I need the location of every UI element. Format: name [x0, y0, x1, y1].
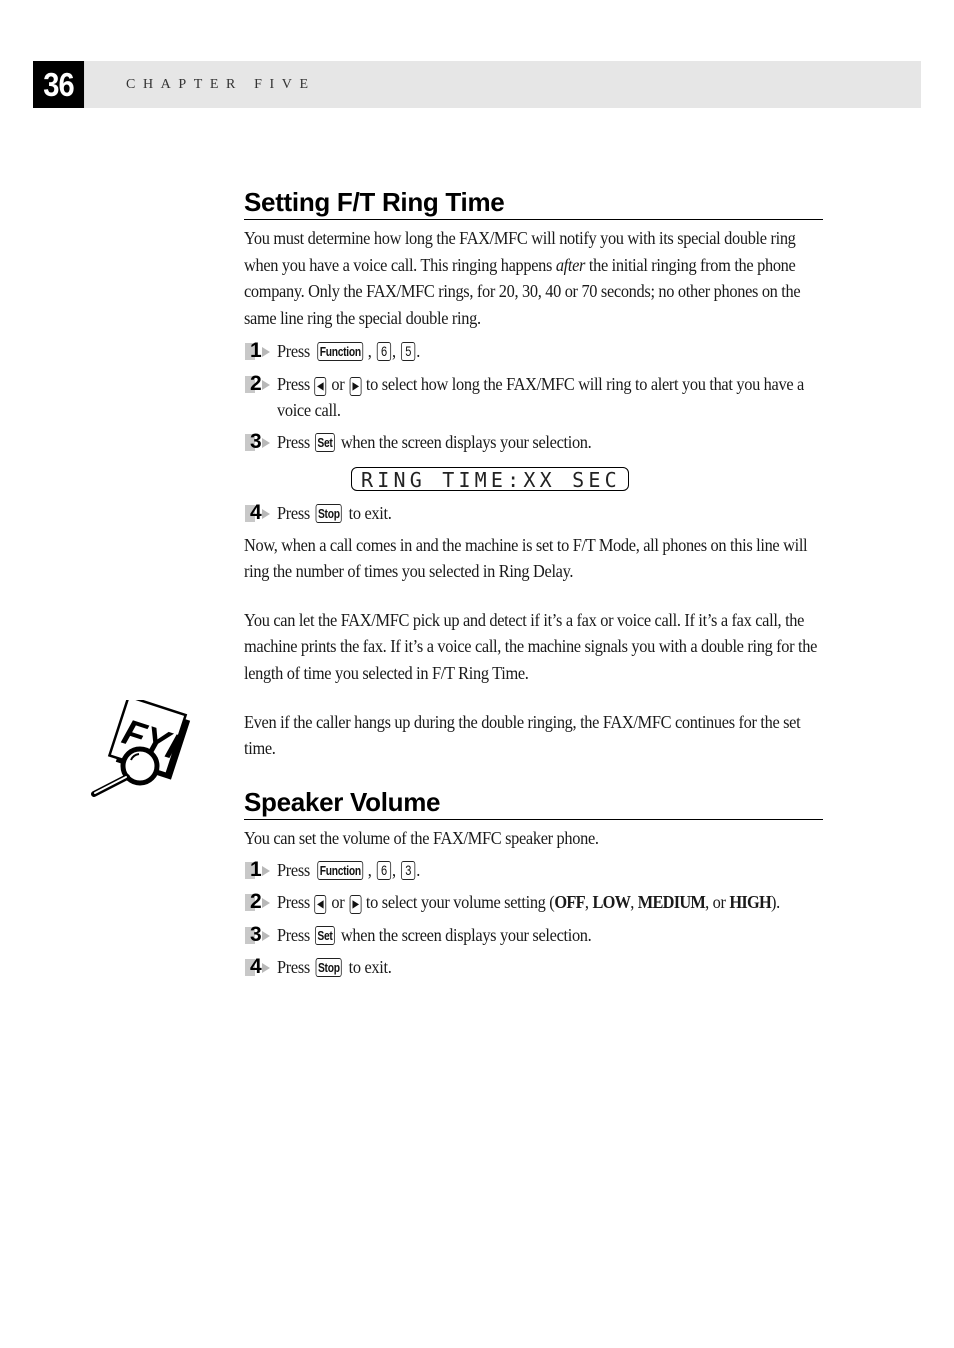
- set-key: Set: [315, 925, 336, 945]
- option-low: LOW: [592, 892, 631, 913]
- key-5: 5: [400, 342, 416, 361]
- intro-paragraph: You can set the volume of the FAX/MFC sp…: [244, 828, 599, 848]
- step-number-badge: 4: [245, 955, 275, 978]
- step-text: Press: [277, 924, 310, 945]
- step-text: Press: [277, 503, 310, 523]
- step-number-badge: 1: [245, 858, 275, 881]
- section-title: Setting F/T Ring Time: [244, 186, 823, 220]
- step-2: 2 Press ◀ or ▶ to select how long the FA…: [244, 371, 823, 424]
- step-number-badge: 4: [245, 501, 275, 524]
- fyi-magnifier-icon: FYI: [91, 700, 191, 797]
- step-4: 4 Press Stop to exit.: [244, 954, 823, 981]
- key-3: 3: [400, 860, 416, 880]
- step-number-badge: 3: [245, 430, 275, 453]
- right-arrow-key-icon: ▶: [349, 895, 362, 915]
- chapter-title: CHAPTER FIVE: [126, 77, 316, 92]
- section-title: Speaker Volume: [244, 786, 823, 820]
- emphasis-after: after: [555, 254, 586, 275]
- right-arrow-key-icon: ▶: [349, 376, 362, 396]
- step-arrow-icon: [262, 379, 270, 390]
- step-text: Press: [277, 957, 310, 978]
- stop-key: Stop: [316, 958, 343, 978]
- after-steps-paragraph: Now, when a call comes in and the machin…: [244, 534, 808, 582]
- step-text: Press: [277, 892, 310, 913]
- step-arrow-icon: [262, 963, 270, 974]
- step-2: 2 Press ◀ or ▶ to select your volume set…: [244, 889, 823, 916]
- step-3: 3 Press Set when the screen displays you…: [244, 922, 823, 949]
- step-text: Press: [277, 431, 310, 452]
- step-arrow-icon: [262, 347, 270, 357]
- step-number-badge: 3: [245, 923, 275, 946]
- step-text: to exit.: [348, 503, 392, 523]
- set-key: Set: [315, 432, 336, 452]
- step-1: 1 Press Function, 6, 5.: [244, 338, 823, 365]
- step-text: when the screen displays your selection.: [340, 924, 592, 945]
- step-arrow-icon: [262, 509, 270, 519]
- steps-list-1: 1 Press Function, 6, 5. 2 Press ◀ or ▶ t…: [244, 338, 823, 455]
- option-medium: MEDIUM: [637, 892, 706, 913]
- intro-paragraph: You must determine how long the FAX/MFC …: [244, 225, 826, 331]
- step-text: to select your volume setting (: [365, 892, 555, 913]
- step-arrow-icon: [262, 437, 270, 448]
- left-arrow-key-icon: ◀: [314, 376, 327, 396]
- step-arrow-icon: [262, 930, 270, 941]
- step-text: to exit.: [348, 957, 392, 978]
- option-off: OFF: [554, 892, 585, 913]
- step-arrow-icon: [262, 898, 270, 909]
- step-1: 1 Press Function, 6, 3.: [244, 857, 823, 884]
- section-speaker-volume: Speaker Volume You can set the volume of…: [244, 786, 823, 981]
- option-high: HIGH: [729, 892, 771, 913]
- step-arrow-icon: [262, 865, 270, 876]
- step-text: Press: [277, 859, 310, 880]
- lcd-display: RING TIME:XX SEC: [351, 467, 629, 492]
- page-number: 36: [33, 61, 85, 108]
- left-arrow-key-icon: ◀: [314, 895, 327, 915]
- function-key: Function: [317, 342, 364, 361]
- step-text: Press: [277, 341, 310, 361]
- function-key: Function: [317, 860, 364, 880]
- step-3: 3 Press Set when the screen displays you…: [244, 429, 823, 456]
- fyi-note-paragraph: Even if the caller hangs up during the d…: [244, 711, 801, 759]
- step-4: 4 Press Stop to exit.: [244, 500, 823, 527]
- step-number-badge: 1: [245, 339, 275, 362]
- fax-detect-paragraph: You can let the FAX/MFC pick up and dete…: [244, 609, 818, 683]
- section-ft-ring-time: Setting F/T Ring Time You must determine…: [244, 186, 823, 331]
- stop-key: Stop: [316, 504, 343, 523]
- key-6: 6: [376, 860, 391, 880]
- step-number-badge: 2: [245, 890, 275, 913]
- step-text: Press: [277, 373, 310, 394]
- step-number-badge: 2: [245, 372, 275, 395]
- steps-list-1b: 4 Press Stop to exit. Now, when a call c…: [244, 500, 823, 762]
- step-text: when the screen displays your selection.: [340, 431, 592, 452]
- key-6: 6: [376, 342, 391, 361]
